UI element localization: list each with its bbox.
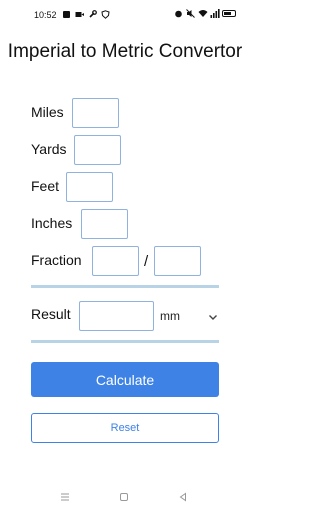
status-right-icons	[174, 9, 236, 18]
battery-icon	[222, 10, 236, 17]
fraction-separator: /	[144, 253, 149, 270]
app-screen: 10:52 Imperial to Metric Convertor Miles…	[0, 0, 250, 512]
home-icon[interactable]	[117, 490, 131, 504]
chevron-down-icon	[208, 311, 218, 321]
feet-label: Feet	[31, 178, 60, 194]
status-bar: 10:52	[0, 0, 250, 30]
video-icon	[75, 10, 84, 19]
divider	[31, 340, 219, 343]
menu-icon[interactable]	[58, 490, 72, 504]
fraction-denominator-input[interactable]	[154, 246, 201, 276]
miles-input[interactable]	[72, 98, 119, 128]
signal-icon	[210, 9, 220, 18]
wrench-icon	[88, 10, 97, 19]
mute-icon	[186, 9, 195, 18]
status-time: 10:52	[34, 10, 57, 20]
system-nav-bar	[0, 488, 250, 506]
divider	[31, 285, 219, 288]
feet-input[interactable]	[66, 172, 113, 202]
back-icon[interactable]	[176, 490, 190, 504]
reset-button[interactable]: Reset	[31, 413, 219, 443]
status-left-icons	[62, 10, 110, 19]
page-title: Imperial to Metric Convertor	[7, 41, 243, 62]
notification-icon	[62, 10, 71, 19]
alarm-icon	[174, 9, 183, 18]
wifi-icon	[198, 9, 208, 18]
shield-icon	[101, 10, 110, 19]
unit-selected-value: mm	[160, 309, 180, 323]
yards-label: Yards	[31, 141, 67, 157]
fraction-label: Fraction	[31, 252, 82, 268]
unit-dropdown[interactable]: mm	[160, 306, 218, 326]
yards-input[interactable]	[74, 135, 121, 165]
calculate-button[interactable]: Calculate	[31, 362, 219, 397]
inches-input[interactable]	[81, 209, 128, 239]
result-output[interactable]	[79, 301, 154, 331]
miles-label: Miles	[31, 104, 64, 120]
result-label: Result	[31, 306, 71, 322]
fraction-numerator-input[interactable]	[92, 246, 139, 276]
inches-label: Inches	[31, 215, 73, 231]
